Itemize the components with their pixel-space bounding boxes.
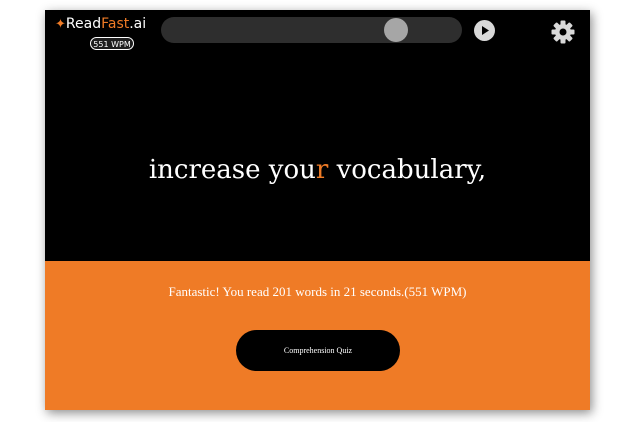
play-icon bbox=[482, 26, 489, 35]
comprehension-quiz-button[interactable]: Comprehension Quiz bbox=[236, 330, 400, 371]
logo-text-ai: .ai bbox=[129, 16, 147, 32]
speed-slider[interactable] bbox=[161, 17, 462, 43]
reading-text-after: vocabulary, bbox=[328, 155, 487, 185]
logo[interactable]: ✦ReadFast.ai bbox=[55, 16, 146, 33]
wpm-badge: 551 WPM bbox=[90, 37, 134, 50]
results-panel: Fantastic! You read 201 words in 21 seco… bbox=[45, 261, 590, 410]
slider-thumb[interactable] bbox=[383, 18, 408, 42]
logo-text-fast: Fast bbox=[101, 16, 130, 32]
logo-text-read: Read bbox=[65, 16, 102, 32]
play-button[interactable] bbox=[474, 20, 495, 41]
rocket-icon: ✦ bbox=[55, 17, 66, 32]
app-frame: ✦ReadFast.ai 551 WPM increase your vocab… bbox=[45, 10, 590, 410]
settings-button[interactable] bbox=[550, 19, 576, 45]
reading-text: increase your vocabulary, bbox=[45, 153, 590, 187]
gear-icon bbox=[551, 20, 575, 44]
reading-text-before: increase you bbox=[148, 155, 316, 185]
reader-panel: ✦ReadFast.ai 551 WPM increase your vocab… bbox=[45, 10, 590, 261]
result-message: Fantastic! You read 201 words in 21 seco… bbox=[168, 284, 467, 299]
focus-letter: r bbox=[315, 155, 329, 185]
